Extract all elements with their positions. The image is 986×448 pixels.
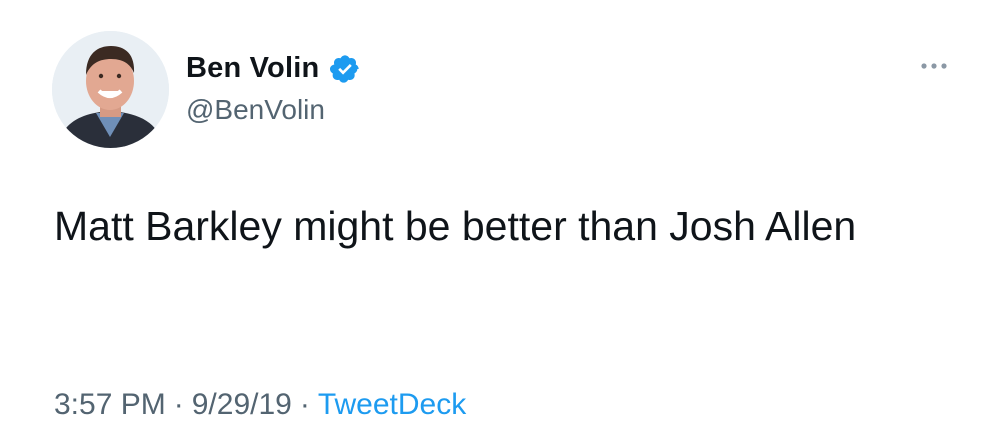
separator: · — [173, 388, 184, 421]
tweet-source-link[interactable]: TweetDeck — [318, 388, 466, 422]
verified-badge-icon — [329, 53, 361, 85]
author-handle[interactable]: @BenVolin — [186, 94, 325, 126]
avatar[interactable] — [52, 31, 169, 148]
more-options-icon[interactable] — [914, 56, 954, 76]
separator: · — [299, 388, 310, 421]
author-name-row: Ben Volin — [186, 52, 361, 85]
avatar-photo-icon — [52, 31, 169, 148]
tweet-text: Matt Barkley might be better than Josh A… — [54, 203, 857, 249]
tweet-metadata: 3:57 PM · 9/29/19 · TweetDeck — [54, 388, 466, 422]
tweet-time[interactable]: 3:57 PM — [54, 388, 166, 422]
tweet-date[interactable]: 9/29/19 — [192, 388, 292, 422]
author-display-name[interactable]: Ben Volin — [186, 52, 319, 85]
tweet-card: Ben Volin @BenVolin Matt Barkley might b… — [0, 0, 986, 448]
